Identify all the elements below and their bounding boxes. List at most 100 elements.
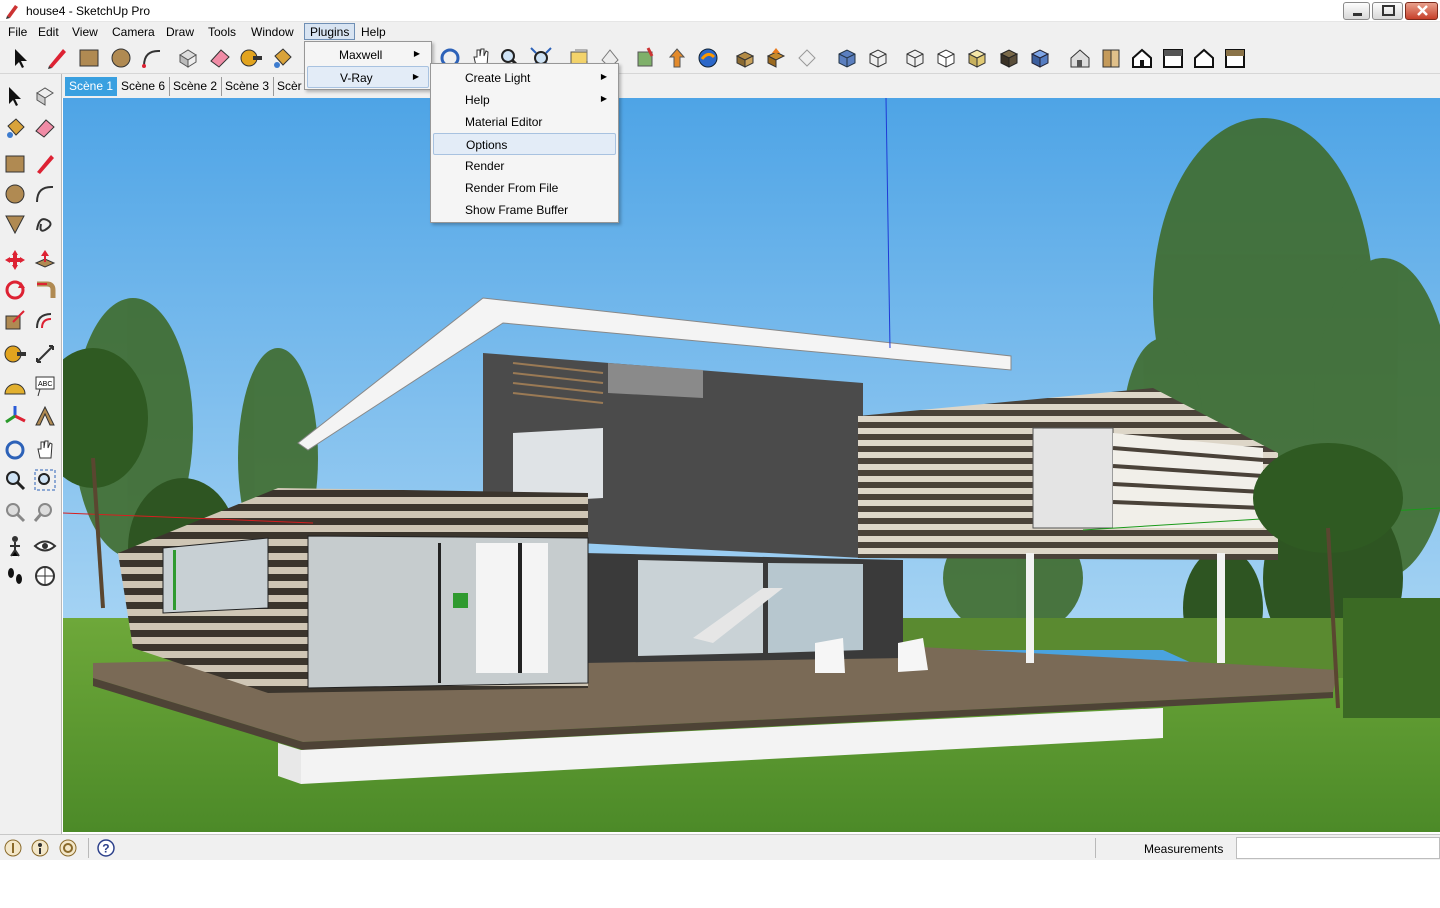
wireframe-icon[interactable] xyxy=(903,46,927,70)
circle-icon[interactable] xyxy=(109,46,133,70)
share-component-icon[interactable] xyxy=(795,46,819,70)
hidden-line-icon[interactable] xyxy=(934,46,958,70)
menu-plugins[interactable]: Plugins xyxy=(304,23,356,40)
toggle-terrain-icon[interactable] xyxy=(665,46,689,70)
back-view-icon[interactable] xyxy=(1192,46,1216,70)
tab-scene-truncated[interactable]: Scèr xyxy=(273,77,306,96)
get-models-icon[interactable] xyxy=(696,46,720,70)
front-view-icon[interactable] xyxy=(1130,46,1154,70)
menu-edit[interactable]: Edit xyxy=(33,24,64,41)
model-viewport[interactable] xyxy=(63,98,1440,832)
eraser-icon[interactable] xyxy=(33,116,57,140)
freehand-icon[interactable] xyxy=(33,212,57,236)
protractor-icon[interactable] xyxy=(3,374,27,398)
axes-icon[interactable] xyxy=(3,404,27,428)
walk-icon[interactable] xyxy=(3,564,27,588)
position-camera-icon[interactable] xyxy=(3,534,27,558)
polygon-icon[interactable] xyxy=(3,212,27,236)
menu-item-render-from-file[interactable]: Render From File xyxy=(433,177,616,199)
right-view-icon[interactable] xyxy=(1161,46,1185,70)
make-component-icon[interactable] xyxy=(33,84,57,108)
credits-icon[interactable] xyxy=(31,839,49,857)
pan-icon[interactable] xyxy=(33,438,57,462)
menu-file[interactable]: File xyxy=(3,24,32,41)
maximize-button[interactable] xyxy=(1372,2,1403,20)
help-icon[interactable]: ? xyxy=(97,839,115,857)
menu-tools[interactable]: Tools xyxy=(203,24,241,41)
3d-text-icon[interactable] xyxy=(33,404,57,428)
orbit-icon[interactable] xyxy=(3,438,27,462)
previous-icon[interactable] xyxy=(3,500,27,524)
rectangle-icon[interactable] xyxy=(3,152,27,176)
menu-item-maxwell[interactable]: Maxwell ▶ xyxy=(307,44,429,66)
add-location-icon[interactable] xyxy=(634,46,658,70)
arc-icon[interactable] xyxy=(33,182,57,206)
paint-bucket-icon[interactable] xyxy=(3,116,27,140)
zoom-window-icon[interactable] xyxy=(33,468,57,492)
tab-scene-6[interactable]: Scène 6 xyxy=(117,77,171,96)
menu-view[interactable]: View xyxy=(67,24,103,41)
menu-item-create-light[interactable]: Create Light ▶ xyxy=(433,67,616,89)
xray-icon[interactable] xyxy=(835,46,859,70)
tab-scene-3[interactable]: Scène 3 xyxy=(221,77,275,96)
menu-draw[interactable]: Draw xyxy=(161,24,199,41)
scale-icon[interactable] xyxy=(3,308,27,332)
select-icon[interactable] xyxy=(9,46,33,70)
measurements-input[interactable] xyxy=(1236,837,1440,859)
minimize-button[interactable] xyxy=(1343,2,1370,20)
zoom-icon[interactable] xyxy=(3,468,27,492)
close-button[interactable] xyxy=(1405,2,1438,20)
paint-bucket-icon[interactable] xyxy=(270,46,294,70)
rotate-icon[interactable] xyxy=(3,278,27,302)
move-icon[interactable] xyxy=(3,248,27,272)
iso-view-icon[interactable] xyxy=(1068,46,1092,70)
offset-icon[interactable] xyxy=(33,308,57,332)
menu-item-render[interactable]: Render xyxy=(433,155,616,177)
look-around-icon[interactable] xyxy=(33,534,57,558)
select-icon[interactable] xyxy=(3,84,27,108)
status-separator xyxy=(1095,838,1096,858)
shaded-textures-icon[interactable] xyxy=(997,46,1021,70)
tab-scene-2[interactable]: Scène 2 xyxy=(169,77,223,96)
monochrome-icon[interactable] xyxy=(1028,46,1052,70)
make-component-icon[interactable] xyxy=(176,46,200,70)
submenu-arrow-icon: ▶ xyxy=(412,72,419,81)
menu-window[interactable]: Window xyxy=(246,24,299,41)
tab-scene-1[interactable]: Scène 1 xyxy=(65,77,118,96)
rectangle-icon[interactable] xyxy=(77,46,101,70)
user-icon[interactable] xyxy=(59,839,77,857)
menu-item-label: Help xyxy=(465,93,490,107)
push-pull-icon[interactable] xyxy=(33,248,57,272)
tape-measure-icon[interactable] xyxy=(239,46,263,70)
menu-help[interactable]: Help xyxy=(356,24,391,41)
line-icon[interactable] xyxy=(33,152,57,176)
menu-item-help[interactable]: Help ▶ xyxy=(433,89,616,111)
menu-item-vray[interactable]: V-Ray ▶ xyxy=(307,66,429,88)
tape-measure-icon[interactable] xyxy=(3,342,27,366)
menu-item-options[interactable]: Options xyxy=(433,133,616,155)
left-view-icon[interactable] xyxy=(1223,46,1247,70)
circle-icon[interactable] xyxy=(3,182,27,206)
submenu-arrow-icon: ▶ xyxy=(600,72,607,81)
close-icon xyxy=(1417,5,1428,16)
top-view-icon[interactable] xyxy=(1099,46,1123,70)
shaded-icon[interactable] xyxy=(965,46,989,70)
menu-item-material-editor[interactable]: Material Editor xyxy=(433,111,616,133)
menu-camera[interactable]: Camera xyxy=(107,24,160,41)
dimension-icon[interactable] xyxy=(33,342,57,366)
submenu-arrow-icon: ▶ xyxy=(413,49,420,58)
get-component-icon[interactable] xyxy=(764,46,788,70)
arc-icon[interactable] xyxy=(140,46,164,70)
window-title: house4 - SketchUp Pro xyxy=(26,4,151,18)
text-icon[interactable]: ABC xyxy=(33,374,57,398)
menu-item-show-frame-buffer[interactable]: Show Frame Buffer xyxy=(433,199,616,221)
eraser-icon[interactable] xyxy=(208,46,232,70)
follow-me-icon[interactable] xyxy=(33,278,57,302)
pencil-icon[interactable] xyxy=(45,46,69,70)
scene-tabs-bar: Scène 1 Scène 6 Scène 2 Scène 3 Scèr xyxy=(62,74,1440,98)
geo-location-icon[interactable] xyxy=(4,839,22,857)
share-model-icon[interactable] xyxy=(733,46,757,70)
section-plane-icon[interactable] xyxy=(33,564,57,588)
next-icon[interactable] xyxy=(33,500,57,524)
back-edges-icon[interactable] xyxy=(866,46,890,70)
